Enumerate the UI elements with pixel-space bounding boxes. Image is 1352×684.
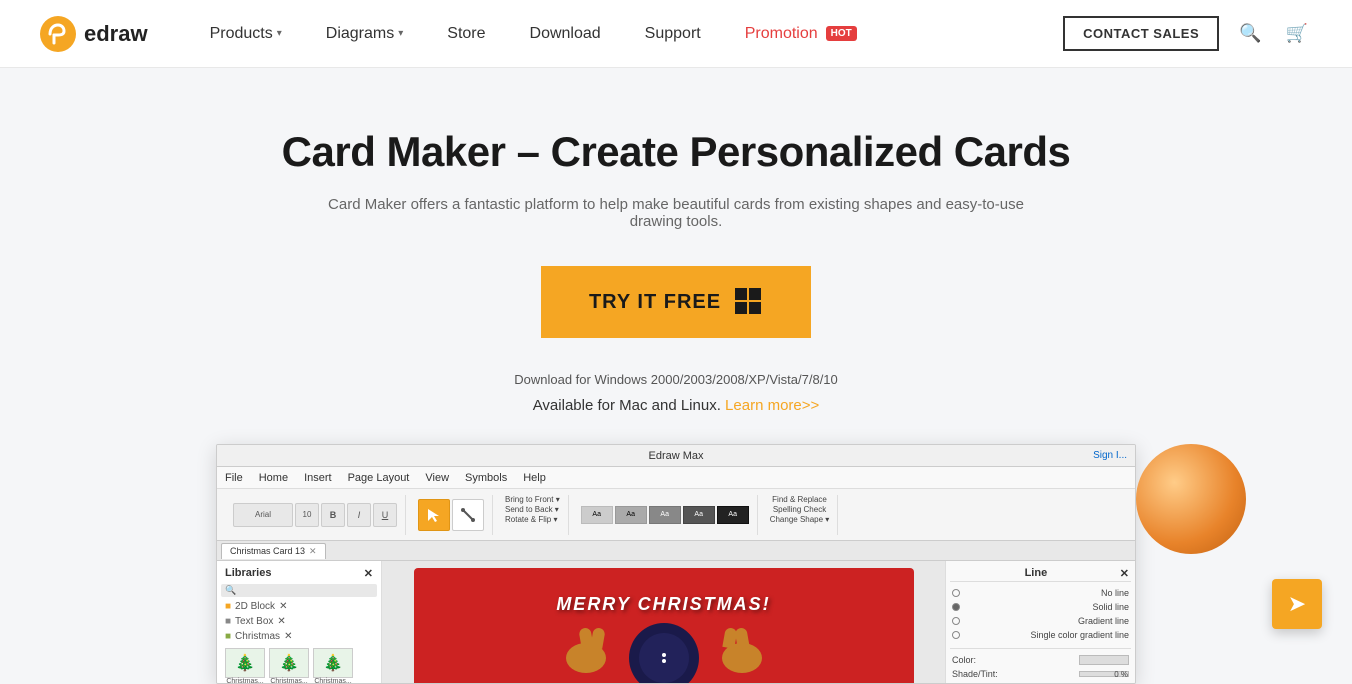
nav-links: Products ▾ Diagrams ▾ Store Download Sup… [188, 0, 1064, 68]
logo-text: edraw [84, 21, 148, 47]
toolbar-underline: U [373, 503, 397, 527]
toolbar-italic: I [347, 503, 371, 527]
panel-color-section: Color: Shade/Tint: 0 % Transparency: [950, 648, 1131, 684]
toolbar-size-select: 10 [295, 503, 319, 527]
panel-row-no-line: No line [950, 586, 1131, 600]
nav-item-store[interactable]: Store [425, 0, 507, 68]
sidebar-header: Libraries ✕ [221, 565, 377, 582]
panel-color-row: Color: [950, 653, 1131, 667]
panel-row-single-gradient: Single color gradient line [950, 628, 1131, 642]
nav-item-promotion[interactable]: Promotion HOT [723, 0, 879, 68]
toolbar-bold: B [321, 503, 345, 527]
thumbnail-1: 🎄 Christmas... [225, 648, 265, 684]
app-screenshot: Edraw Max Sign I... File Home Insert Pag… [216, 444, 1136, 684]
chevron-down-icon: ▾ [277, 28, 282, 39]
toolbar-font-select: Arial [233, 503, 293, 527]
toolbar-group-arrange: Bring to Front ▾ Send to Back ▾ Rotate &… [497, 495, 569, 535]
nav-item-products[interactable]: Products ▾ [188, 0, 304, 68]
contact-sales-button[interactable]: CONTACT SALES [1063, 16, 1219, 51]
search-icon: 🔍 [1239, 23, 1261, 43]
reindeer-right [707, 628, 762, 673]
logo-icon [40, 16, 76, 52]
panel-shade-row: Shade/Tint: 0 % [950, 667, 1131, 681]
nav-right: CONTACT SALES 🔍 🛒 [1063, 16, 1312, 51]
app-body: Libraries ✕ 🔍 ■ 2D Block ✕ ■ Text Box [217, 561, 1135, 684]
card-title: MERRY CHRISTMAS! [556, 594, 770, 615]
thumbnail-area: 🎄 Christmas... 🎄 Christmas... 🎄 Christma… [221, 644, 377, 684]
app-canvas: MERRY CHRISTMAS! [382, 561, 945, 684]
cursor-icon [426, 507, 442, 523]
cart-button[interactable]: 🛒 [1282, 19, 1312, 48]
search-icon: 🔍 [225, 585, 236, 596]
page-title: Card Maker – Create Personalized Cards [20, 128, 1332, 176]
search-button[interactable]: 🔍 [1235, 19, 1265, 48]
orange-orb-decoration [1136, 444, 1246, 554]
toolbar-connector [452, 499, 484, 531]
sidebar-search: 🔍 [221, 584, 377, 597]
hero-section: Card Maker – Create Personalized Cards C… [0, 68, 1352, 684]
card-preview: MERRY CHRISTMAS! [414, 568, 914, 684]
shade-slider: 0 % [1079, 671, 1129, 677]
toolbar-group-shapes [410, 495, 493, 535]
cart-icon: 🛒 [1286, 23, 1308, 43]
sidebar-item-textbox: ■ Text Box ✕ [221, 614, 377, 629]
panel-row-gradient: Gradient line [950, 614, 1131, 628]
logo[interactable]: edraw [40, 16, 148, 52]
learn-more-link[interactable]: Learn more>> [725, 397, 819, 414]
app-menubar: File Home Insert Page Layout View Symbol… [217, 467, 1135, 489]
app-tabbar: Christmas Card 13 ✕ [217, 541, 1135, 561]
thumbnail-3: 🎄 Christmas... [313, 648, 353, 684]
color-swatch [1079, 655, 1129, 665]
reindeer-left [566, 628, 621, 673]
hero-subtitle: Card Maker offers a fantastic platform t… [326, 196, 1026, 230]
app-sidebar: Libraries ✕ 🔍 ■ 2D Block ✕ ■ Text Box [217, 561, 382, 684]
toolbar-group-styles: Aa Aa Aa Aa Aa [573, 495, 758, 535]
sidebar-item-2d: ■ 2D Block ✕ [221, 599, 377, 614]
try-free-button[interactable]: TRY IT FREE [541, 266, 811, 338]
windows-icon [735, 288, 763, 316]
toolbar-select-tool [418, 499, 450, 531]
nav-item-download[interactable]: Download [508, 0, 623, 68]
panel-row-solid: Solid line [950, 600, 1131, 614]
thumbnail-2: 🎄 Christmas... [269, 648, 309, 684]
card-decoration [566, 623, 762, 673]
chevron-down-icon: ▾ [398, 28, 403, 39]
navigation: edraw Products ▾ Diagrams ▾ Store Downlo… [0, 0, 1352, 68]
app-toolbar: Arial 10 B I U [217, 489, 1135, 541]
app-right-panel: Line ✕ No line Solid line Gradient line [945, 561, 1135, 684]
nav-item-diagrams[interactable]: Diagrams ▾ [304, 0, 426, 68]
hot-badge: HOT [826, 26, 857, 41]
toolbar-group-editing: Find & Replace Spelling Check Change Sha… [762, 495, 839, 535]
screenshot-container: Edraw Max Sign I... File Home Insert Pag… [126, 444, 1226, 684]
right-panel-header: Line ✕ [950, 565, 1131, 582]
download-note: Download for Windows 2000/2003/2008/XP/V… [20, 372, 1332, 387]
chat-icon: ➤ [1288, 591, 1306, 617]
moon-decoration [629, 623, 699, 684]
nav-item-support[interactable]: Support [623, 0, 723, 68]
chat-widget[interactable]: ➤ [1272, 579, 1322, 629]
sidebar-item-christmas: ■ Christmas ✕ [221, 629, 377, 644]
available-text: Available for Mac and Linux. Learn more>… [20, 397, 1332, 414]
app-titlebar: Edraw Max Sign I... [217, 445, 1135, 467]
toolbar-group-font: Arial 10 B I U [225, 495, 406, 535]
connector-icon [460, 507, 476, 523]
app-tab-christmas: Christmas Card 13 ✕ [221, 543, 326, 559]
cta-label: TRY IT FREE [589, 291, 721, 314]
